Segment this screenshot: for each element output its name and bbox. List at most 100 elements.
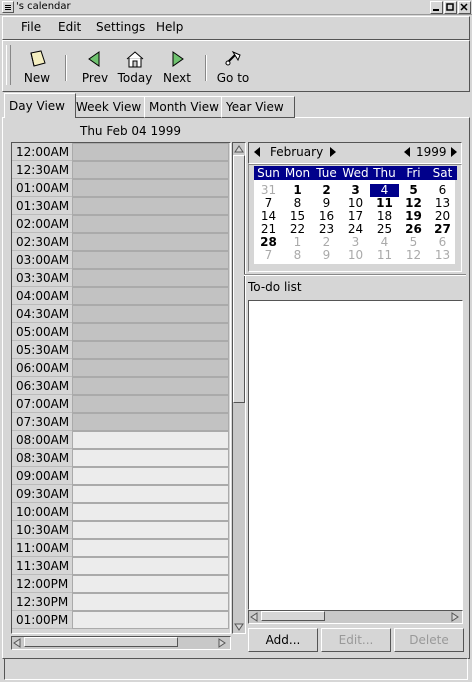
menu-bar: File Edit Settings Help — [2, 16, 470, 40]
menu-help[interactable]: Help — [156, 20, 183, 34]
minimize-icon[interactable] — [430, 1, 443, 14]
time-slot-cell[interactable] — [72, 395, 229, 413]
scroll-right-icon[interactable] — [217, 637, 227, 648]
day-hscroll-thumb[interactable] — [24, 637, 178, 647]
time-slot-cell[interactable] — [72, 251, 229, 269]
time-slot-cell[interactable] — [72, 521, 229, 539]
pane-separator[interactable] — [244, 274, 466, 276]
time-slot-row[interactable]: 12:30AM — [12, 161, 229, 179]
menu-edit[interactable]: Edit — [58, 20, 81, 34]
time-slot-row[interactable]: 06:30AM — [12, 377, 229, 395]
title-bar[interactable]: 's calendar — [0, 0, 472, 15]
tab-week-view[interactable]: Week View — [71, 96, 147, 118]
time-slot-cell[interactable] — [72, 323, 229, 341]
todo-edit-button[interactable]: Edit... — [321, 628, 391, 652]
time-slot-row[interactable]: 04:00AM — [12, 287, 229, 305]
scroll-up-icon[interactable] — [234, 143, 244, 153]
time-slot-row[interactable]: 01:00AM — [12, 179, 229, 197]
menu-file[interactable]: File — [21, 20, 41, 34]
time-slot-row[interactable]: 10:30AM — [12, 521, 229, 539]
time-slot-cell[interactable] — [72, 143, 229, 161]
time-slot-row[interactable]: 04:30AM — [12, 305, 229, 323]
time-slot-row[interactable]: 02:00AM — [12, 215, 229, 233]
time-slot-cell[interactable] — [72, 575, 229, 593]
time-slot-cell[interactable] — [72, 557, 229, 575]
time-slot-label: 12:30PM — [12, 593, 72, 611]
day-horizontal-scrollbar[interactable] — [11, 636, 231, 650]
arrow-right-icon — [172, 51, 184, 67]
time-slot-cell[interactable] — [72, 485, 229, 503]
time-slot-cell[interactable] — [72, 161, 229, 179]
time-slot-row[interactable]: 06:00AM — [12, 359, 229, 377]
time-slot-row[interactable]: 01:00PM — [12, 611, 229, 629]
scroll-left-icon[interactable] — [12, 637, 22, 648]
time-slot-row[interactable]: 05:00AM — [12, 323, 229, 341]
time-slot-row[interactable]: 01:30AM — [12, 197, 229, 215]
time-slot-cell[interactable] — [72, 359, 229, 377]
todo-list-label: To-do list — [248, 280, 302, 294]
time-slot-row[interactable]: 02:30AM — [12, 233, 229, 251]
time-slot-row[interactable]: 07:00AM — [12, 395, 229, 413]
time-slot-row[interactable]: 12:30PM — [12, 593, 229, 611]
time-slot-cell[interactable] — [72, 539, 229, 557]
next-button[interactable]: Next — [155, 49, 199, 85]
menu-settings[interactable]: Settings — [96, 20, 145, 34]
time-slot-row[interactable]: 09:30AM — [12, 485, 229, 503]
todo-add-button[interactable]: Add... — [248, 628, 318, 652]
prev-month-icon[interactable] — [253, 146, 261, 161]
close-icon[interactable] — [458, 1, 471, 14]
time-slot-cell[interactable] — [72, 269, 229, 287]
next-year-icon[interactable] — [450, 146, 458, 161]
day-vertical-scrollbar[interactable] — [232, 142, 246, 634]
scroll-down-icon[interactable] — [234, 621, 244, 631]
time-slot-cell[interactable] — [72, 179, 229, 197]
time-slot-cell[interactable] — [72, 413, 229, 431]
time-slot-cell[interactable] — [72, 593, 229, 611]
time-slot-row[interactable]: 09:00AM — [12, 467, 229, 485]
time-slot-cell[interactable] — [72, 467, 229, 485]
goto-label: Go to — [216, 71, 250, 85]
time-slot-row[interactable]: 05:30AM — [12, 341, 229, 359]
time-slot-row[interactable]: 08:30AM — [12, 449, 229, 467]
day-vscroll-thumb[interactable] — [233, 155, 245, 403]
tab-year-view[interactable]: Year View — [221, 96, 295, 118]
time-slot-cell[interactable] — [72, 305, 229, 323]
goto-button[interactable]: Go to — [211, 49, 255, 85]
time-slot-cell[interactable] — [72, 449, 229, 467]
time-slot-row[interactable]: 03:00AM — [12, 251, 229, 269]
todo-list[interactable] — [248, 300, 463, 610]
window-menu-icon[interactable] — [2, 1, 14, 13]
time-slot-cell[interactable] — [72, 233, 229, 251]
time-slot-label: 01:30AM — [12, 197, 72, 215]
new-button[interactable]: New — [15, 49, 59, 85]
maximize-icon[interactable] — [444, 1, 457, 14]
todo-delete-button[interactable]: Delete — [394, 628, 464, 652]
time-slot-row[interactable]: 07:30AM — [12, 413, 229, 431]
scroll-right-icon[interactable] — [450, 611, 460, 622]
time-slot-row[interactable]: 11:00AM — [12, 539, 229, 557]
time-slot-row[interactable]: 12:00AM — [12, 143, 229, 161]
time-slot-row[interactable]: 11:30AM — [12, 557, 229, 575]
time-slot-cell[interactable] — [72, 341, 229, 359]
toolbar-handle[interactable] — [6, 45, 11, 85]
time-slot-cell[interactable] — [72, 197, 229, 215]
time-slot-cell[interactable] — [72, 503, 229, 521]
time-slot-cell[interactable] — [72, 611, 229, 629]
time-slot-cell[interactable] — [72, 215, 229, 233]
time-slot-row[interactable]: 08:00AM — [12, 431, 229, 449]
time-slot-cell[interactable] — [72, 377, 229, 395]
tab-month-view[interactable]: Month View — [144, 96, 224, 118]
todo-horizontal-scrollbar[interactable] — [248, 610, 463, 624]
next-month-icon[interactable] — [329, 146, 337, 161]
todo-hscroll-thumb[interactable] — [261, 611, 325, 621]
prev-button[interactable]: Prev — [73, 49, 117, 85]
time-slot-cell[interactable] — [72, 287, 229, 305]
time-slot-row[interactable]: 12:00PM — [12, 575, 229, 593]
today-button[interactable]: Today — [113, 49, 157, 85]
time-slot-row[interactable]: 03:30AM — [12, 269, 229, 287]
tab-day-view[interactable]: Day View — [4, 93, 76, 118]
time-slot-cell[interactable] — [72, 431, 229, 449]
time-slot-row[interactable]: 10:00AM — [12, 503, 229, 521]
scroll-left-icon[interactable] — [249, 611, 259, 622]
prev-year-icon[interactable] — [403, 146, 411, 161]
